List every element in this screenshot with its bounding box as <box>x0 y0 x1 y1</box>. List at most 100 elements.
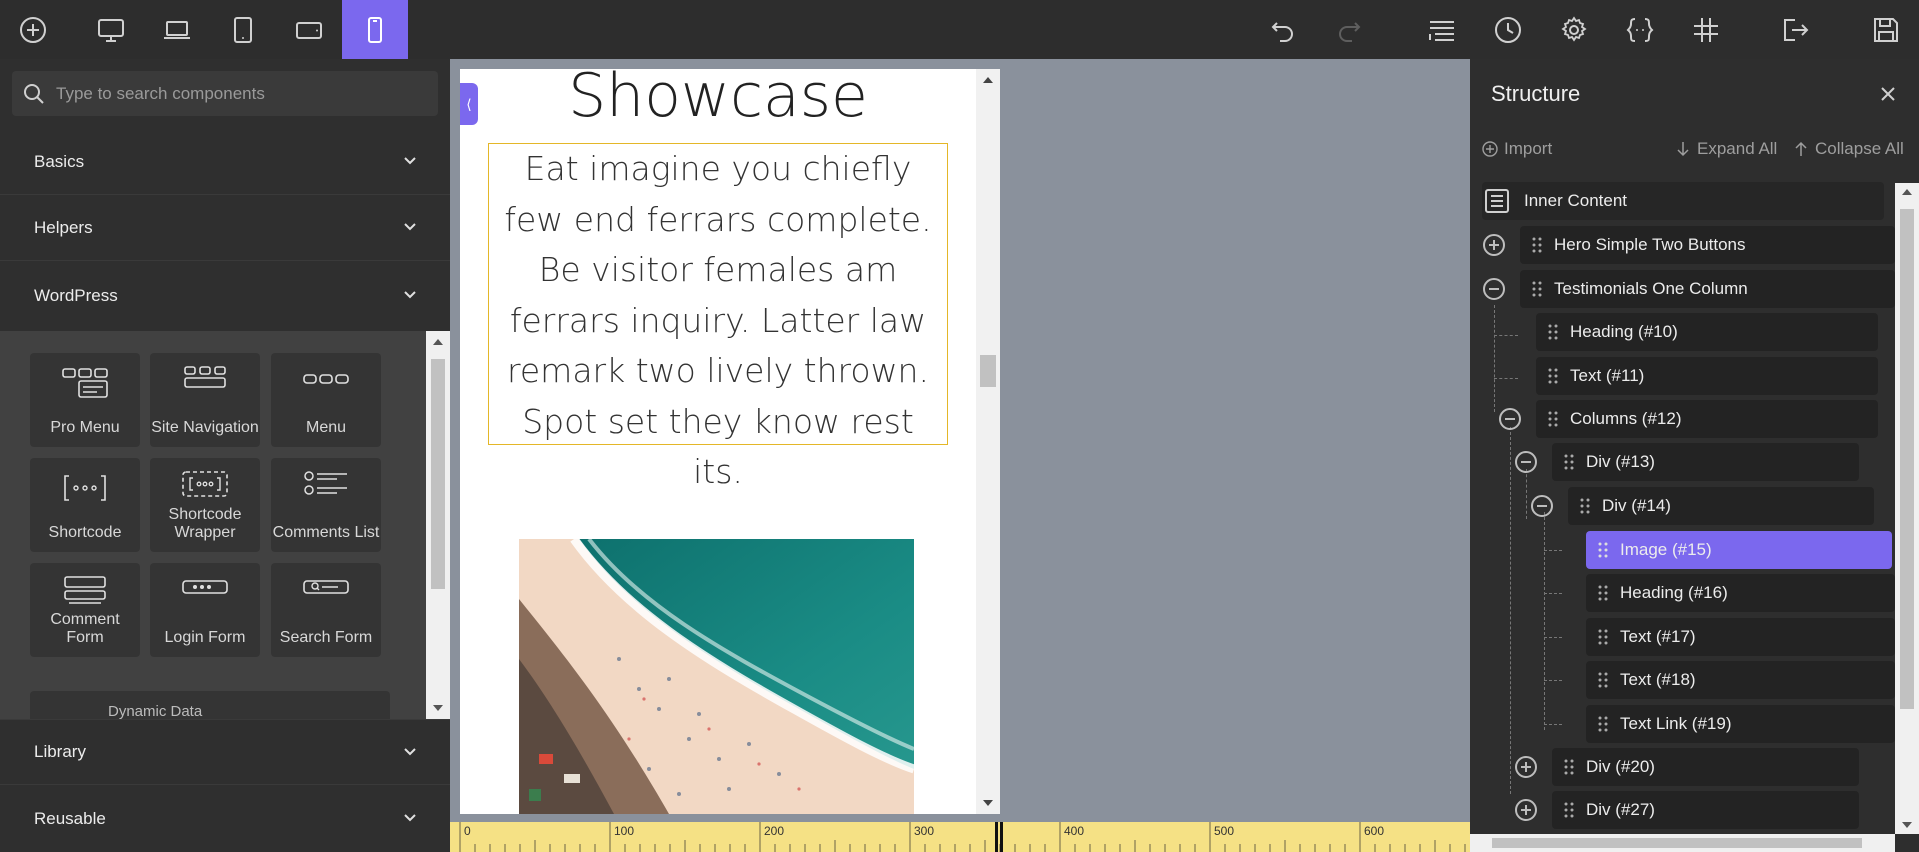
component-comment-form[interactable]: Comment Form <box>30 563 140 657</box>
scrollbar-thumb[interactable] <box>431 359 445 589</box>
expand-icon[interactable] <box>1482 233 1506 257</box>
component-menu[interactable]: Menu <box>271 353 381 447</box>
code-button[interactable] <box>1607 0 1673 59</box>
tree-node-columns-12[interactable]: Columns (#12) <box>1536 400 1878 438</box>
ruler-label: 500 <box>1214 824 1235 838</box>
tree-node-testimonials[interactable]: Testimonials One Column <box>1520 270 1895 308</box>
search-icon <box>24 83 44 104</box>
beach-image[interactable] <box>519 539 914 814</box>
expand-icon[interactable] <box>1514 798 1538 822</box>
scroll-down-arrow[interactable] <box>433 705 443 711</box>
expand-icon[interactable] <box>1514 755 1538 779</box>
tree-node-text-11[interactable]: Text (#11) <box>1536 357 1878 395</box>
tablet-portrait-view-button[interactable] <box>210 0 276 59</box>
laptop-view-button[interactable] <box>144 0 210 59</box>
tree-node-div-14[interactable]: Div (#14) <box>1568 487 1874 525</box>
component-label: Login Form <box>164 629 246 646</box>
tree-node-hero[interactable]: Hero Simple Two Buttons <box>1520 226 1895 264</box>
mobile-preview-frame: Showcase Eat imagine you chiefly few end… <box>460 69 1000 814</box>
drag-handle-icon <box>1548 324 1558 340</box>
scroll-up-arrow[interactable] <box>1902 189 1912 195</box>
import-button[interactable]: Import <box>1482 139 1552 159</box>
code-icon <box>1626 17 1654 42</box>
save-icon <box>1874 17 1898 42</box>
component-pro-menu[interactable]: Pro Menu <box>30 353 140 447</box>
scroll-up-arrow[interactable] <box>433 339 443 345</box>
tree-node-inner-content[interactable]: Inner Content <box>1482 182 1884 220</box>
scrollbar-thumb[interactable] <box>980 355 996 387</box>
exit-button[interactable] <box>1762 0 1828 59</box>
component-login-form[interactable]: Login Form <box>150 563 260 657</box>
sidebar-scrollbar[interactable] <box>426 331 450 719</box>
node-label: Testimonials One Column <box>1554 279 1748 298</box>
tree-connector <box>1544 593 1562 594</box>
collapse-all-button[interactable]: Collapse All <box>1793 139 1904 159</box>
component-label: Comment Form <box>50 611 120 646</box>
component-comments-list[interactable]: Comments List <box>271 458 381 552</box>
laptop-icon <box>164 20 190 39</box>
save-button[interactable] <box>1853 0 1919 59</box>
redo-button[interactable] <box>1316 0 1382 59</box>
component-shortcode[interactable]: Shortcode <box>30 458 140 552</box>
component-search-form[interactable]: Search Form <box>271 563 381 657</box>
settings-button[interactable] <box>1541 0 1607 59</box>
collapse-icon[interactable] <box>1514 450 1538 474</box>
tree-node-image-15[interactable]: Image (#15) <box>1586 531 1892 569</box>
tree-node-text-link-19[interactable]: Text Link (#19) <box>1586 705 1895 743</box>
structure-horizontal-scrollbar[interactable] <box>1470 834 1895 852</box>
scroll-down-arrow[interactable] <box>983 800 993 806</box>
scrollbar-thumb[interactable] <box>1492 838 1862 848</box>
category-wordpress[interactable]: WordPress <box>0 263 450 329</box>
tablet-landscape-view-button[interactable] <box>276 0 342 59</box>
scroll-down-arrow[interactable] <box>1902 822 1912 828</box>
panel-collapse-handle[interactable]: ⟨ <box>460 83 478 125</box>
component-site-navigation[interactable]: Site Navigation <box>150 353 260 447</box>
category-helpers[interactable]: Helpers <box>0 195 450 261</box>
preview-scrollbar[interactable] <box>976 69 1000 814</box>
expand-all-button[interactable]: Expand All <box>1675 139 1777 159</box>
showcase-heading[interactable]: Showcase <box>460 69 976 131</box>
collapse-icon[interactable] <box>1530 494 1554 518</box>
redo-icon <box>1339 21 1361 42</box>
desktop-icon <box>98 18 124 42</box>
ruler-width-handle[interactable] <box>995 822 1003 852</box>
collapse-icon[interactable] <box>1498 407 1522 431</box>
grid-button[interactable] <box>1673 0 1739 59</box>
wordpress-components: Pro Menu Site Navigation Menu Shortcode … <box>0 331 450 719</box>
drag-handle-icon <box>1548 368 1558 384</box>
tablet-landscape-icon <box>296 21 322 39</box>
tree-node-text-17[interactable]: Text (#17) <box>1586 618 1895 656</box>
tree-node-div-20[interactable]: Div (#20) <box>1552 748 1859 786</box>
mobile-view-button[interactable] <box>342 0 408 59</box>
desktop-view-button[interactable] <box>78 0 144 59</box>
category-reusable[interactable]: Reusable <box>0 786 450 852</box>
node-label: Text (#11) <box>1570 366 1645 385</box>
scroll-up-arrow[interactable] <box>983 77 993 83</box>
category-library[interactable]: Library <box>0 719 450 785</box>
component-label: Shortcode <box>48 524 122 541</box>
chevron-down-icon <box>404 291 416 299</box>
search-input[interactable] <box>56 83 416 104</box>
component-shortcode-wrapper[interactable]: Shortcode Wrapper <box>150 458 260 552</box>
structure-scrollbar[interactable] <box>1895 183 1919 834</box>
dynamic-data-section[interactable]: Dynamic Data <box>30 691 390 719</box>
history-button[interactable] <box>1475 0 1541 59</box>
tree-node-div-27[interactable]: Div (#27) <box>1552 791 1859 829</box>
structure-toggle-button[interactable] <box>1409 0 1475 59</box>
undo-button[interactable] <box>1250 0 1316 59</box>
showcase-paragraph[interactable]: Eat imagine you chiefly few end ferrars … <box>488 143 948 491</box>
tree-node-heading-10[interactable]: Heading (#10) <box>1536 313 1878 351</box>
add-circle-icon <box>1482 141 1498 157</box>
collapse-icon[interactable] <box>1482 277 1506 301</box>
comments-list-icon <box>304 471 347 495</box>
tree-connector <box>1494 335 1518 336</box>
category-basics[interactable]: Basics <box>0 129 450 195</box>
tree-node-text-18[interactable]: Text (#18) <box>1586 661 1895 699</box>
add-element-button[interactable] <box>0 0 66 59</box>
node-label: Div (#27) <box>1586 800 1655 819</box>
scrollbar-thumb[interactable] <box>1900 209 1914 709</box>
close-icon[interactable] <box>1879 85 1897 103</box>
tree-node-heading-16[interactable]: Heading (#16) <box>1586 574 1895 612</box>
tree-node-div-13[interactable]: Div (#13) <box>1552 443 1859 481</box>
chevron-down-icon <box>404 157 416 165</box>
